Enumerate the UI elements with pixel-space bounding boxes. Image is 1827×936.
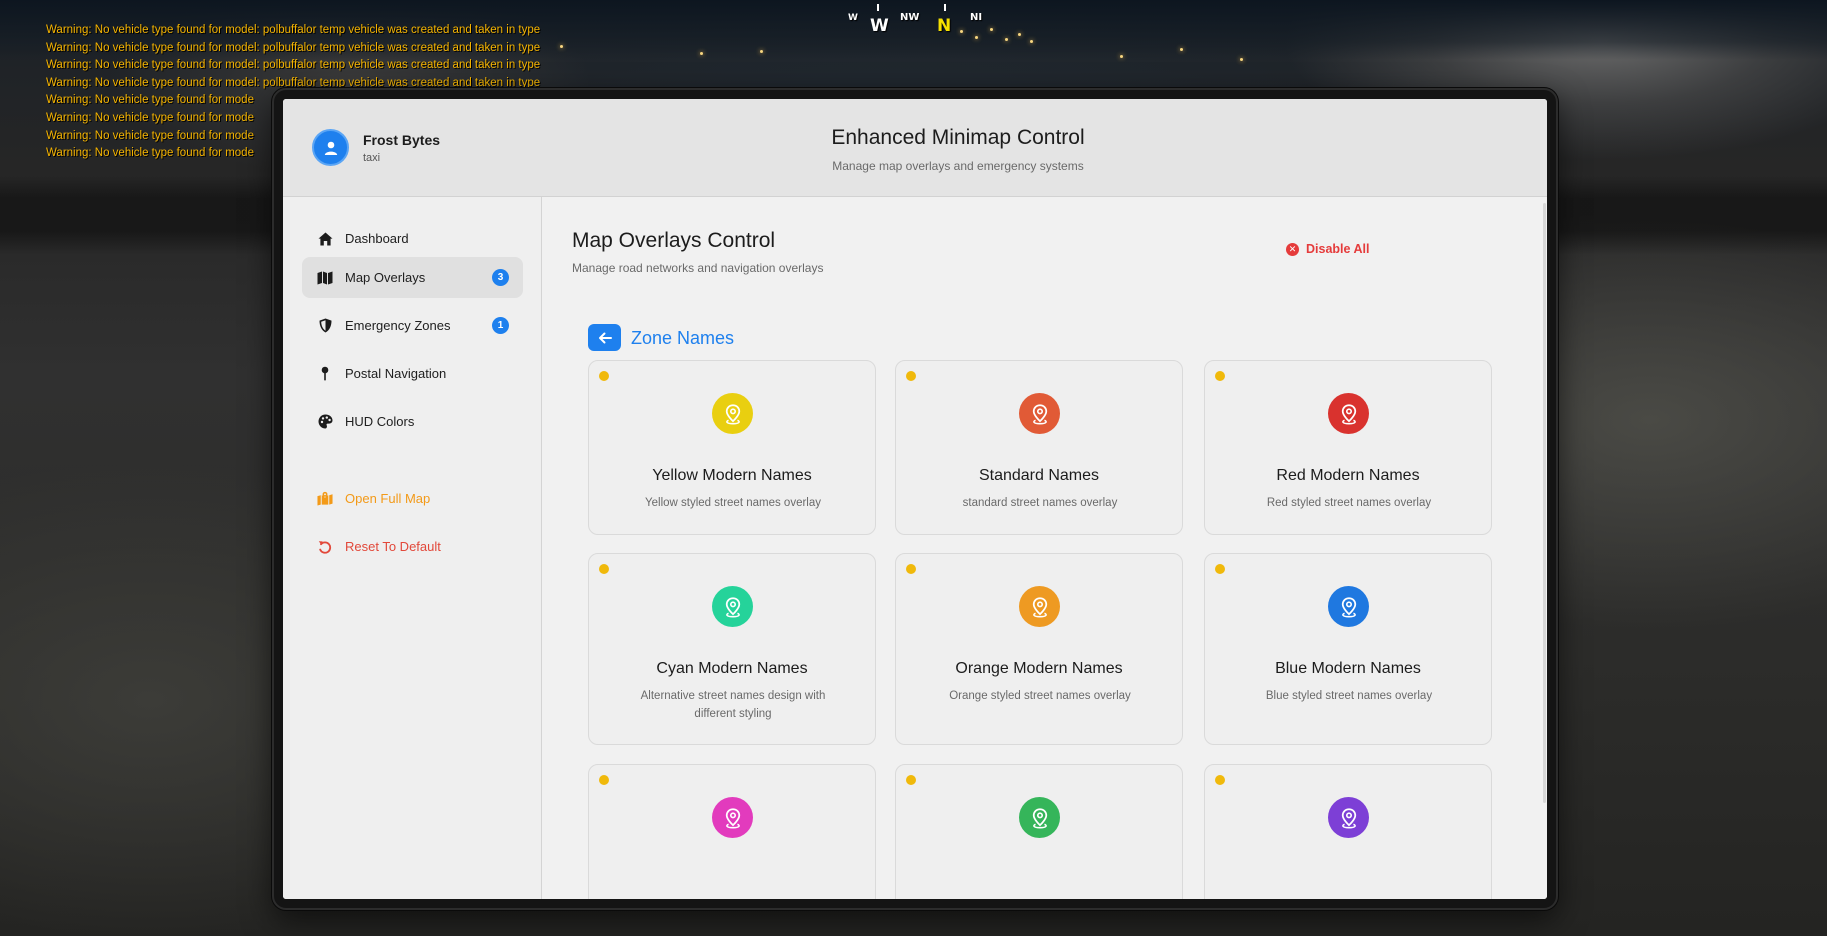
compass-tick xyxy=(944,4,946,11)
warning-line: Warning: No vehicle type found for model… xyxy=(46,41,541,54)
status-dot xyxy=(599,775,609,785)
app-header: Frost Bytes taxi Enhanced Minimap Contro… xyxy=(283,99,1547,197)
user-icon xyxy=(324,141,337,155)
overlay-card[interactable] xyxy=(1204,764,1492,899)
map-marked-icon xyxy=(317,491,333,507)
count-badge: 3 xyxy=(492,269,509,286)
sidebar-item-label: HUD Colors xyxy=(345,414,415,429)
arrow-left-icon xyxy=(598,332,612,343)
status-dot xyxy=(906,775,916,785)
location-pin-icon xyxy=(1019,797,1060,838)
map-icon xyxy=(317,270,333,286)
warning-line: Warning: No vehicle type found for mode xyxy=(46,129,254,142)
reset-to-default-button[interactable]: Reset To Default xyxy=(302,526,523,567)
overlay-description: Red styled street names overlay xyxy=(1266,497,1432,509)
avatar xyxy=(312,129,349,166)
count-badge: 1 xyxy=(492,317,509,334)
overlay-card[interactable]: Cyan Modern Names Alternative street name… xyxy=(588,553,876,745)
overlay-card[interactable]: Red Modern Names Red styled street names … xyxy=(1204,360,1492,535)
sidebar-item-emergency-zones[interactable]: Emergency Zones 1 xyxy=(302,305,523,346)
location-pin-icon xyxy=(1019,393,1060,434)
status-dot xyxy=(1215,371,1225,381)
overlay-card[interactable] xyxy=(895,764,1183,899)
overlay-name: Yellow Modern Names xyxy=(652,467,812,484)
page-title: Map Overlays Control xyxy=(572,229,776,252)
sidebar-item-hud-colors[interactable]: HUD Colors xyxy=(302,401,523,442)
shield-icon xyxy=(317,318,333,334)
status-dot xyxy=(1215,775,1225,785)
location-pin-icon xyxy=(712,797,753,838)
overlay-card[interactable]: Orange Modern Names Orange styled street … xyxy=(895,553,1183,745)
compass-tick xyxy=(877,4,879,11)
back-button[interactable] xyxy=(588,324,621,351)
sidebar-item-label: Map Overlays xyxy=(345,270,426,285)
tablet-screen: Frost Bytes taxi Enhanced Minimap Contro… xyxy=(283,99,1547,899)
compass-label: NW xyxy=(900,12,920,23)
warning-line: Warning: No vehicle type found for mode xyxy=(46,111,254,124)
sidebar-item-postal-navigation[interactable]: Postal Navigation xyxy=(302,353,523,394)
warning-line: Warning: No vehicle type found for mode xyxy=(46,94,254,107)
overlay-name: Red Modern Names xyxy=(1276,467,1420,484)
overlay-description: Orange styled street names overlay xyxy=(949,690,1131,702)
status-dot xyxy=(906,564,916,574)
sidebar-item-label: Emergency Zones xyxy=(345,318,451,333)
warning-line: Warning: No vehicle type found for model… xyxy=(46,59,541,72)
scrollbar[interactable] xyxy=(1543,203,1546,803)
disable-all-label: Disable All xyxy=(1306,242,1370,256)
pin-icon xyxy=(317,366,333,382)
close-circle-icon: ✕ xyxy=(1286,242,1299,256)
compass: W W NW N NI xyxy=(840,4,1000,36)
compass-label: W xyxy=(870,16,889,36)
palette-icon xyxy=(317,414,333,430)
status-dot xyxy=(599,564,609,574)
main-content: Map Overlays Control Manage road network… xyxy=(543,197,1547,899)
location-pin-icon xyxy=(1328,586,1369,627)
user-role: taxi xyxy=(363,152,381,164)
overlay-description: Blue styled street names overlay xyxy=(1265,690,1433,702)
compass-north-label: N xyxy=(937,16,952,36)
overlay-name: Blue Modern Names xyxy=(1275,660,1421,677)
user-name: Frost Bytes xyxy=(363,132,441,148)
home-icon xyxy=(317,231,333,247)
page-subtitle: Manage road networks and navigation over… xyxy=(572,261,824,275)
overlay-description: Yellow styled street names overlay xyxy=(645,497,821,509)
app-subtitle: Manage map overlays and emergency system… xyxy=(832,159,1084,173)
compass-label: W xyxy=(848,13,858,23)
overlay-card[interactable]: Yellow Modern Names Yellow styled street … xyxy=(588,360,876,535)
overlay-card[interactable] xyxy=(588,764,876,899)
warning-line: Warning: No vehicle type found for mode xyxy=(46,147,254,160)
overlay-description: standard street names overlay xyxy=(962,497,1118,509)
location-pin-icon xyxy=(1328,797,1369,838)
location-pin-icon xyxy=(712,393,753,434)
overlay-card[interactable]: Standard Names standard street names over… xyxy=(895,360,1183,535)
status-dot xyxy=(599,371,609,381)
status-dot xyxy=(1215,564,1225,574)
overlay-name: Orange Modern Names xyxy=(955,660,1123,677)
location-pin-icon xyxy=(712,586,753,627)
sidebar-item-dashboard[interactable]: Dashboard xyxy=(302,218,523,259)
location-pin-icon xyxy=(1019,586,1060,627)
app-title: Enhanced Minimap Control xyxy=(831,126,1085,149)
disable-all-button[interactable]: ✕ Disable All xyxy=(1286,242,1369,256)
sidebar-action-label: Reset To Default xyxy=(345,539,441,554)
sidebar: Dashboard Map Overlays 3 Emergency Zones… xyxy=(283,197,542,899)
sidebar-item-label: Postal Navigation xyxy=(345,366,447,381)
status-dot xyxy=(906,371,916,381)
open-full-map-button[interactable]: Open Full Map xyxy=(302,478,523,519)
overlay-card[interactable]: Blue Modern Names Blue styled street name… xyxy=(1204,553,1492,745)
location-pin-icon xyxy=(1328,393,1369,434)
sidebar-action-label: Open Full Map xyxy=(345,491,431,506)
compass-label: NI xyxy=(970,12,983,23)
overlay-name: Standard Names xyxy=(978,467,1100,484)
undo-icon xyxy=(317,539,333,555)
sidebar-item-map-overlays[interactable]: Map Overlays 3 xyxy=(302,257,523,298)
overlay-description: Alternative street names design with dif… xyxy=(640,690,826,720)
sidebar-item-label: Dashboard xyxy=(345,231,409,246)
section-title: Zone Names xyxy=(631,328,735,348)
overlay-name: Cyan Modern Names xyxy=(656,660,808,677)
warning-line: Warning: No vehicle type found for model… xyxy=(46,24,541,36)
